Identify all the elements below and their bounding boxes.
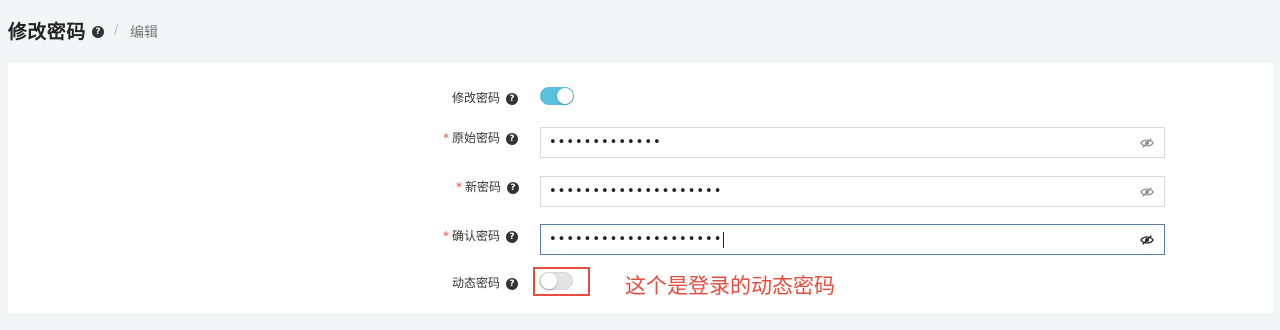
breadcrumb-edit: 编辑 — [130, 25, 158, 41]
page-title: 修改密码 — [8, 21, 87, 43]
help-icon[interactable]: ? — [506, 132, 519, 145]
eye-slash-icon[interactable] — [1140, 185, 1154, 199]
eye-slash-icon[interactable] — [1140, 136, 1154, 150]
dynamic-password-label: 动态密码? — [452, 274, 519, 291]
breadcrumb-separator: / — [114, 23, 119, 38]
annotation-text: 这个是登录的动态密码 — [625, 274, 835, 298]
original-password-value: ••••••••••••• — [549, 135, 662, 150]
confirm-password-label: * 确认密码? — [443, 227, 519, 244]
confirm-password-value: •••••••••••••••••••• — [549, 232, 723, 247]
help-icon[interactable]: ? — [506, 92, 519, 105]
help-icon[interactable]: ? — [506, 230, 519, 243]
help-icon[interactable]: ? — [92, 26, 104, 38]
eye-slash-icon[interactable] — [1140, 233, 1154, 247]
page-header: 修改密码 ? / 编辑 — [0, 0, 1280, 62]
toggle-knob — [557, 88, 573, 104]
confirm-password-input[interactable]: •••••••••••••••••••• — [540, 224, 1165, 255]
help-icon[interactable]: ? — [506, 277, 519, 290]
change-password-label: 修改密码? — [452, 89, 519, 106]
original-password-label: * 原始密码? — [443, 129, 519, 146]
text-caret — [723, 231, 725, 248]
new-password-label: * 新密码? — [456, 178, 520, 195]
new-password-value: •••••••••••••••••••• — [549, 184, 723, 199]
original-password-input[interactable]: ••••••••••••• — [540, 127, 1165, 158]
new-password-input[interactable]: •••••••••••••••••••• — [540, 176, 1165, 207]
change-password-toggle[interactable] — [540, 87, 574, 105]
help-icon[interactable]: ? — [507, 181, 520, 194]
annotation-highlight-box — [533, 267, 590, 296]
